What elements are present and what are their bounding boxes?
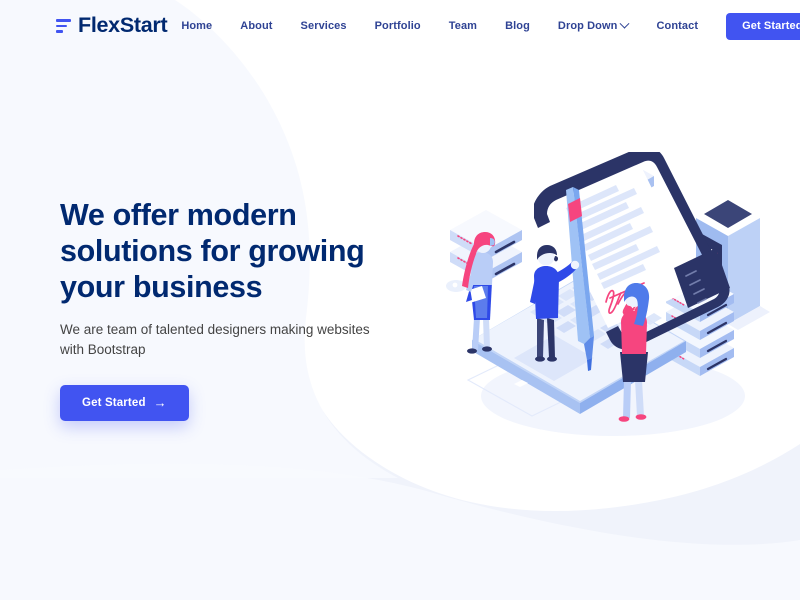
hero-subtitle: We are team of talented designers making…	[60, 322, 370, 357]
hero-title: We offer modern solutions for growing yo…	[60, 197, 390, 305]
chevron-down-icon	[620, 18, 630, 29]
nav-item-home[interactable]: Home	[167, 20, 226, 32]
hero-title-line-1: We offer modern	[60, 198, 297, 232]
nav-item-label: Portfolio	[374, 20, 421, 32]
nav-item-label: Contact	[656, 20, 699, 32]
nav-item-team[interactable]: Team	[435, 20, 491, 32]
hero-illustration	[438, 152, 778, 442]
nav-item-label: Home	[181, 20, 213, 32]
nav-item-blog[interactable]: Blog	[491, 20, 544, 32]
nav-item-label: Services	[300, 20, 347, 32]
hero-cta-label: Get Started	[82, 396, 146, 409]
header-get-started-button[interactable]: Get Started	[726, 12, 800, 40]
logo[interactable]: FlexStart	[56, 13, 168, 38]
nav-item-portfolio[interactable]: Portfolio	[361, 20, 435, 32]
nav-item-label: Drop Down	[557, 20, 618, 32]
nav-item-label: Blog	[505, 20, 530, 32]
hero-title-line-2: solutions for growing	[60, 234, 365, 268]
hero-section: We offer modern solutions for growing yo…	[0, 52, 800, 600]
nav-item-contact[interactable]: Contact	[642, 20, 712, 32]
site-header: FlexStart Home About Services Portfolio …	[0, 0, 800, 52]
nav-item-about[interactable]: About	[226, 20, 286, 32]
nav-item-label: Team	[448, 20, 478, 32]
three-bars-icon	[56, 16, 71, 36]
hero-get-started-button[interactable]: Get Started →	[60, 385, 189, 421]
nav-item-drop-down[interactable]: Drop Down	[544, 18, 643, 32]
nav-item-label: About	[240, 20, 273, 32]
logo-text: FlexStart	[78, 13, 168, 38]
page-root: FlexStart Home About Services Portfolio …	[0, 0, 800, 600]
arrow-right-icon: →	[153, 395, 167, 410]
hero-title-line-3: your business	[60, 270, 263, 304]
hero-copy: We offer modern solutions for growing yo…	[60, 197, 390, 421]
main-navigation: Home About Services Portfolio Team Blog …	[167, 12, 800, 40]
nav-item-services[interactable]: Services	[287, 20, 361, 32]
